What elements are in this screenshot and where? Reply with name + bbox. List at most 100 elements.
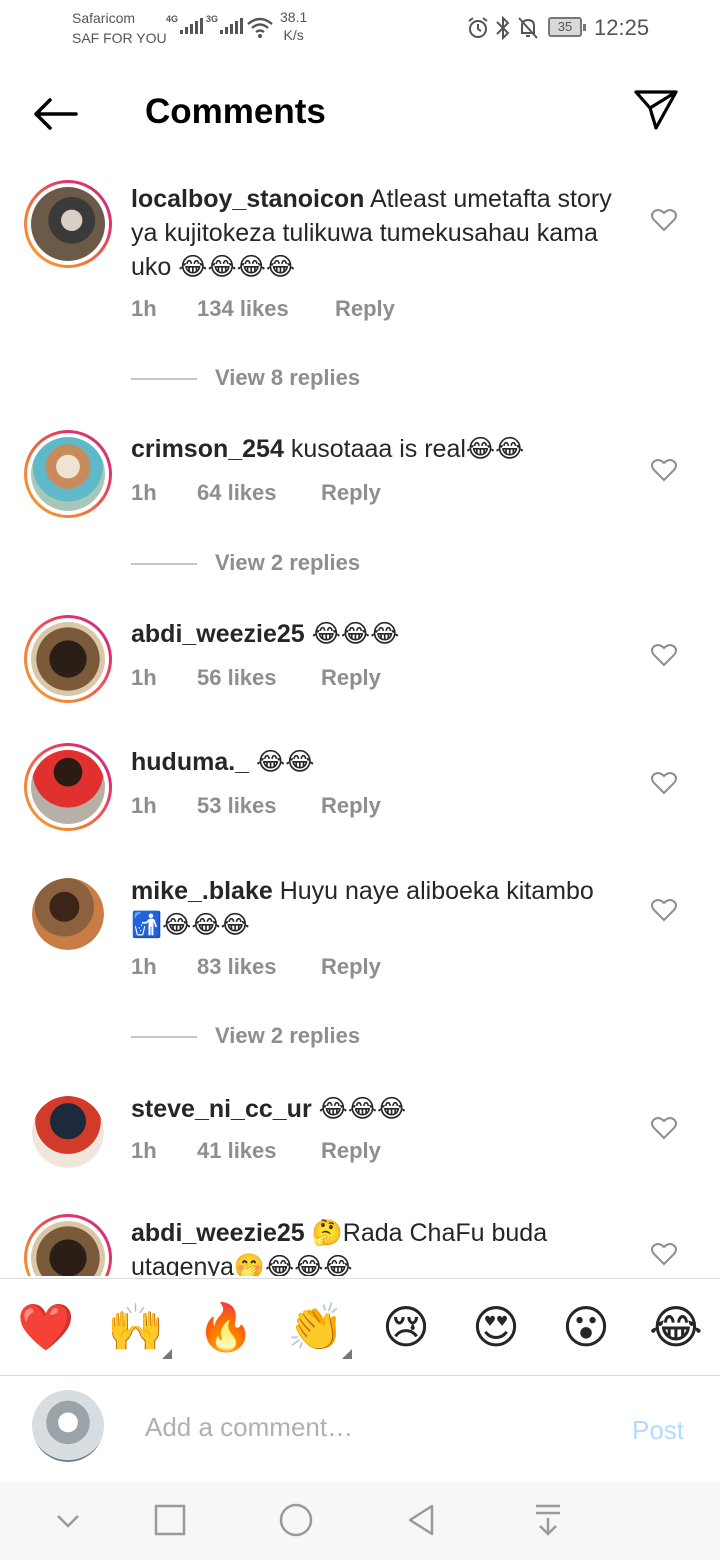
reaction-fire[interactable]: 🔥 (194, 1297, 258, 1357)
like-heart-icon[interactable] (651, 1116, 677, 1140)
comment-likes[interactable]: 56 likes (197, 663, 277, 693)
hide-keyboard-icon[interactable] (46, 1500, 90, 1540)
signal-4g-label: 4G (166, 14, 179, 24)
view-replies-label[interactable]: View 2 replies (215, 548, 360, 578)
view-replies-label[interactable]: View 8 replies (215, 363, 360, 393)
carrier-info: Safaricom SAF FOR YOU (72, 8, 167, 48)
like-heart-icon[interactable] (651, 458, 677, 482)
wifi-icon (247, 17, 273, 38)
like-heart-icon[interactable] (651, 1242, 677, 1266)
like-heart-icon[interactable] (651, 771, 677, 795)
story-ring[interactable] (24, 180, 112, 268)
avatar (31, 437, 105, 511)
story-ring[interactable] (24, 615, 112, 703)
comment-likes[interactable]: 41 likes (197, 1136, 277, 1166)
like-heart-icon[interactable] (651, 208, 677, 232)
comment-username[interactable]: abdi_weezie25 (131, 1219, 305, 1247)
network-speed: 38.1 K/s (280, 8, 307, 44)
story-ring[interactable] (24, 743, 112, 831)
recent-apps-icon[interactable] (148, 1500, 192, 1540)
like-heart-icon[interactable] (651, 898, 677, 922)
comment-item: huduma._ 😂😂 1h 53 likes Reply (0, 743, 720, 843)
comment-username[interactable]: mike_.blake (131, 877, 273, 905)
comment-time: 1h (131, 954, 157, 979)
comment-likes[interactable]: 83 likes (197, 952, 277, 982)
story-ring[interactable] (24, 430, 112, 518)
replies-divider (131, 563, 197, 565)
comment-item: abdi_weezie25 🤔Rada ChaFu buda utagenya🤭… (0, 1214, 720, 1276)
comment-time: 1h (131, 793, 157, 818)
reaction-heart-eyes[interactable]: 😍 (464, 1297, 528, 1357)
avatar-image (32, 1096, 104, 1168)
view-replies-label[interactable]: View 2 replies (215, 1021, 360, 1051)
comment-time: 1h (131, 480, 157, 505)
comment-username[interactable]: huduma._ (131, 748, 249, 776)
comment-username[interactable]: steve_ni_cc_ur (131, 1095, 312, 1123)
skin-tone-indicator-icon (342, 1349, 352, 1359)
reply-button[interactable]: Reply (335, 294, 395, 324)
comment-item: steve_ni_cc_ur 😂😂😂 1h 41 likes Reply (0, 1092, 720, 1192)
reaction-clap-glyph: 👏 (287, 1300, 345, 1354)
back-arrow-icon[interactable] (30, 92, 80, 136)
battery-icon: 35 (548, 17, 586, 37)
reply-button[interactable]: Reply (321, 663, 381, 693)
avatar[interactable] (32, 878, 104, 950)
carrier-subtitle: SAF FOR YOU (72, 30, 167, 46)
page-title: Comments (145, 92, 326, 131)
send-direct-icon[interactable] (630, 86, 682, 134)
comment-meta: 1h 134 likes Reply (131, 294, 431, 324)
reaction-raised-hands-glyph: 🙌 (107, 1300, 165, 1354)
avatar-image (32, 878, 104, 950)
view-replies[interactable]: View 2 replies (131, 1021, 531, 1051)
comment-likes[interactable]: 134 likes (197, 294, 289, 324)
comment-meta: 1h 41 likes Reply (131, 1136, 431, 1166)
comment-username[interactable]: abdi_weezie25 (131, 620, 305, 648)
reply-button[interactable]: Reply (321, 1136, 381, 1166)
comment-time: 1h (131, 1138, 157, 1163)
comment-likes[interactable]: 64 likes (197, 478, 277, 508)
reaction-crying[interactable]: 😢 (374, 1297, 438, 1357)
home-icon[interactable] (274, 1500, 318, 1540)
replies-divider (131, 1036, 197, 1038)
reply-button[interactable]: Reply (321, 791, 381, 821)
notification-pulldown-icon[interactable] (526, 1500, 570, 1540)
signal-4g-icon: 4G (166, 12, 203, 38)
comment-username[interactable]: crimson_254 (131, 435, 284, 463)
avatar (31, 1221, 105, 1276)
comment-likes[interactable]: 53 likes (197, 791, 277, 821)
post-button[interactable]: Post (632, 1413, 684, 1447)
comment-username[interactable]: localboy_stanoicon (131, 185, 364, 213)
comment-text: crimson_254 kusotaaa is real😂😂 (131, 432, 621, 466)
comment-meta: 1h 83 likes Reply (131, 952, 431, 982)
view-replies[interactable]: View 8 replies (131, 363, 531, 393)
avatar (31, 750, 105, 824)
comment-text: localboy_stanoicon Atleast umetafta stor… (131, 182, 621, 284)
reply-button[interactable]: Reply (321, 952, 381, 982)
comment-item: abdi_weezie25 😂😂😂 1h 56 likes Reply (0, 615, 720, 715)
avatar (31, 187, 105, 261)
comment-text: abdi_weezie25 🤔Rada ChaFu buda utagenya🤭… (131, 1216, 621, 1276)
comment-item: mike_.blake Huyu naye aliboeka kitambo🚮😂… (0, 870, 720, 1070)
comment-body: 😂😂😂 (304, 620, 400, 648)
reaction-clap[interactable]: 👏 (284, 1297, 352, 1359)
carrier-name: Safaricom (72, 10, 136, 26)
comment-input[interactable]: Add a comment… (145, 1407, 353, 1447)
signal-3g-icon: 3G (206, 12, 243, 38)
bluetooth-icon (496, 15, 510, 41)
reaction-heart[interactable]: ❤️ (14, 1297, 78, 1357)
alarm-icon (468, 17, 488, 38)
comment-item: localboy_stanoicon Atleast umetafta stor… (0, 180, 720, 390)
like-heart-icon[interactable] (651, 643, 677, 667)
current-user-avatar (32, 1390, 104, 1462)
view-replies[interactable]: View 2 replies (131, 548, 531, 578)
reply-button[interactable]: Reply (321, 478, 381, 508)
replies-divider (131, 378, 197, 380)
back-nav-icon[interactable] (400, 1500, 444, 1540)
comment-composer: Add a comment… Post (0, 1377, 720, 1482)
reaction-laughing[interactable]: 😂 (644, 1297, 708, 1357)
mute-bell-icon (518, 17, 538, 39)
reaction-raised-hands[interactable]: 🙌 (104, 1297, 172, 1359)
reaction-surprised[interactable]: 😮 (554, 1297, 618, 1357)
story-ring[interactable] (24, 1214, 112, 1276)
avatar[interactable] (32, 1096, 104, 1168)
